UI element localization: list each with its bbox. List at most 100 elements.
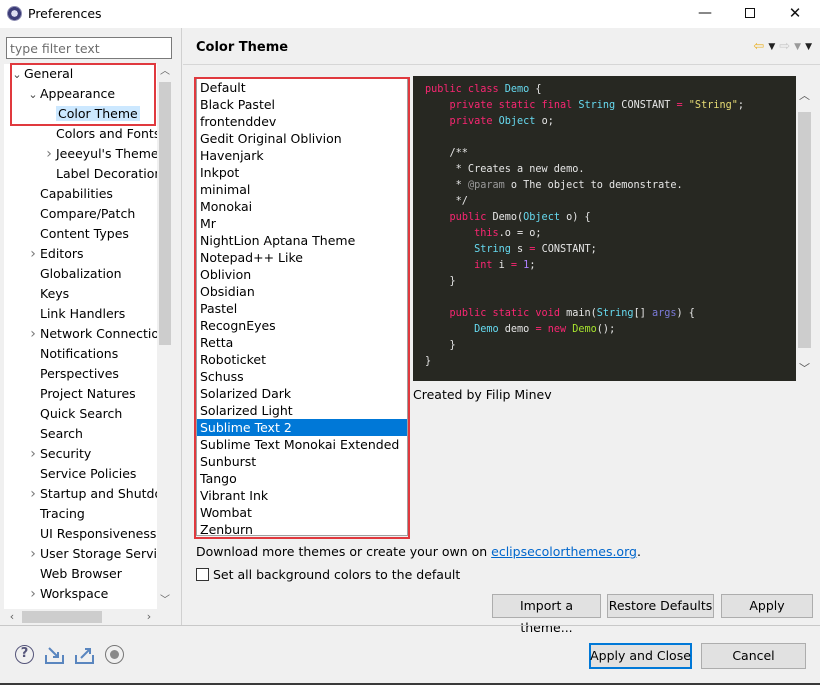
close-button[interactable]: ✕: [772, 0, 818, 28]
scroll-right-icon[interactable]: ›: [141, 609, 157, 625]
import-theme-button[interactable]: Import a theme...: [492, 594, 601, 635]
chevron-right-icon[interactable]: ›: [26, 324, 40, 344]
tree-item[interactable]: ›Startup and Shutdown: [26, 484, 157, 504]
theme-list-item[interactable]: Retta: [197, 334, 407, 351]
tree-item[interactable]: Quick Search: [26, 404, 122, 424]
tree-item[interactable]: Web Browser: [26, 564, 122, 584]
cancel-button[interactable]: Cancel: [701, 643, 806, 669]
chevron-right-icon[interactable]: ›: [26, 584, 40, 604]
chevron-down-icon[interactable]: ⌄: [10, 65, 24, 85]
theme-list-item[interactable]: frontenddev: [197, 113, 407, 130]
tree-item[interactable]: › Workspace: [26, 584, 108, 604]
export-preferences-button[interactable]: [74, 644, 95, 665]
chevron-right-icon[interactable]: ›: [26, 244, 40, 264]
record-button[interactable]: [104, 644, 125, 665]
theme-list-item[interactable]: Wombat: [197, 504, 407, 521]
scrollbar-thumb[interactable]: [22, 611, 102, 623]
view-menu-icon[interactable]: ▼: [805, 42, 812, 52]
tree-item[interactable]: › Jeeeyul's Themes: [42, 144, 157, 164]
default-background-checkbox-row[interactable]: Set all background colors to the default: [196, 567, 460, 582]
import-preferences-button[interactable]: [44, 644, 65, 665]
theme-list-item[interactable]: Black Pastel: [197, 96, 407, 113]
theme-list-item[interactable]: Monokai: [197, 198, 407, 215]
theme-list-item[interactable]: Sublime Text 2: [197, 419, 407, 436]
tree-item[interactable]: Project Natures: [26, 384, 136, 404]
tree-item[interactable]: ⌄ General: [10, 64, 73, 84]
theme-list-item[interactable]: Oblivion: [197, 266, 407, 283]
scroll-down-icon[interactable]: ﹀: [796, 359, 813, 379]
back-dropdown-icon[interactable]: ▼: [768, 42, 775, 52]
theme-list-item[interactable]: Sunburst: [197, 453, 407, 470]
help-button[interactable]: ?: [14, 644, 35, 665]
theme-list-item[interactable]: Havenjark: [197, 147, 407, 164]
tree-horizontal-scrollbar[interactable]: ‹ ›: [4, 609, 157, 625]
theme-list-item[interactable]: Zenburn: [197, 521, 407, 535]
tree-item[interactable]: Colors and Fonts: [42, 124, 157, 144]
code-token: ();: [596, 324, 616, 335]
preview-scrollbar[interactable]: ︿ ﹀: [796, 76, 813, 381]
theme-list-item[interactable]: Default: [197, 79, 407, 96]
tree-item[interactable]: Keys: [26, 284, 69, 304]
theme-list-item[interactable]: NightLion Aptana Theme: [197, 232, 407, 249]
tree-item[interactable]: Link Handlers: [26, 304, 125, 324]
theme-list-item[interactable]: Roboticket: [197, 351, 407, 368]
restore-defaults-button[interactable]: Restore Defaults: [607, 594, 714, 618]
checkbox-label[interactable]: Set all background colors to the default: [213, 567, 460, 582]
tree-item[interactable]: UI Responsiveness: [26, 524, 156, 544]
chevron-right-icon[interactable]: ›: [26, 444, 40, 464]
theme-list-item[interactable]: Solarized Light: [197, 402, 407, 419]
scroll-up-icon[interactable]: ︿: [796, 86, 813, 106]
default-background-checkbox[interactable]: [196, 568, 209, 581]
theme-list-item[interactable]: Mr: [197, 215, 407, 232]
tree-item[interactable]: Compare/Patch: [26, 204, 135, 224]
tree-vertical-scrollbar[interactable]: ︿ ﹀: [157, 64, 173, 609]
theme-list-item[interactable]: Gedit Original Oblivion: [197, 130, 407, 147]
chevron-down-icon[interactable]: ⌄: [26, 85, 40, 105]
scrollbar-thumb[interactable]: [798, 112, 811, 348]
filter-input[interactable]: [6, 37, 172, 59]
tree-item[interactable]: ›Network Connections: [26, 324, 157, 344]
tree-item[interactable]: Service Policies: [26, 464, 136, 484]
tree-item[interactable]: Globalization: [26, 264, 122, 284]
theme-list-item[interactable]: Obsidian: [197, 283, 407, 300]
chevron-right-icon[interactable]: ›: [26, 484, 40, 504]
tree-item[interactable]: Content Types: [26, 224, 129, 244]
eclipsecolorthemes-link[interactable]: eclipsecolorthemes.org: [491, 544, 637, 559]
theme-list-item[interactable]: Tango: [197, 470, 407, 487]
theme-list-item[interactable]: Vibrant Ink: [197, 487, 407, 504]
theme-list-item[interactable]: Inkpot: [197, 164, 407, 181]
tree-item[interactable]: Perspectives: [26, 364, 119, 384]
code-token: Demo: [504, 84, 530, 95]
tree-item[interactable]: Label Decorations: [42, 164, 157, 184]
tree-item[interactable]: Search: [26, 424, 83, 444]
scrollbar-thumb[interactable]: [159, 82, 171, 345]
minimize-button[interactable]: —: [682, 0, 728, 28]
tree-item[interactable]: › Security: [26, 444, 91, 464]
chevron-right-icon[interactable]: ›: [42, 144, 56, 164]
chevron-right-icon[interactable]: ›: [26, 544, 40, 564]
theme-list-item[interactable]: Sublime Text Monokai Extended: [197, 436, 407, 453]
scroll-left-icon[interactable]: ‹: [4, 609, 20, 625]
scroll-down-icon[interactable]: ﹀: [157, 593, 173, 609]
tree-item[interactable]: Color Theme: [42, 104, 140, 124]
tree-item[interactable]: ⌄ Appearance: [26, 84, 115, 104]
forward-arrow-icon[interactable]: ⇨: [779, 39, 790, 55]
tree-item[interactable]: Tracing: [26, 504, 85, 524]
apply-and-close-button[interactable]: Apply and Close: [589, 643, 692, 669]
tree-item[interactable]: Notifications: [26, 344, 118, 364]
apply-button[interactable]: Apply: [721, 594, 813, 618]
tree-item[interactable]: ›User Storage Service: [26, 544, 157, 564]
forward-dropdown-icon[interactable]: ▼: [794, 42, 801, 52]
maximize-button[interactable]: [727, 0, 773, 28]
theme-list-item[interactable]: minimal: [197, 181, 407, 198]
theme-list-item[interactable]: Schuss: [197, 368, 407, 385]
theme-list-item[interactable]: RecognEyes: [197, 317, 407, 334]
theme-list-item[interactable]: Notepad++ Like: [197, 249, 407, 266]
tree-item[interactable]: › Editors: [26, 244, 83, 264]
theme-list-item[interactable]: Solarized Dark: [197, 385, 407, 402]
theme-list-item[interactable]: Pastel: [197, 300, 407, 317]
tree-item[interactable]: Capabilities: [26, 184, 113, 204]
scroll-up-icon[interactable]: ︿: [157, 64, 173, 80]
theme-list[interactable]: Default Black Pastel frontenddev Gedit Orig…: [196, 78, 408, 536]
back-arrow-icon[interactable]: ⇦: [753, 39, 764, 55]
